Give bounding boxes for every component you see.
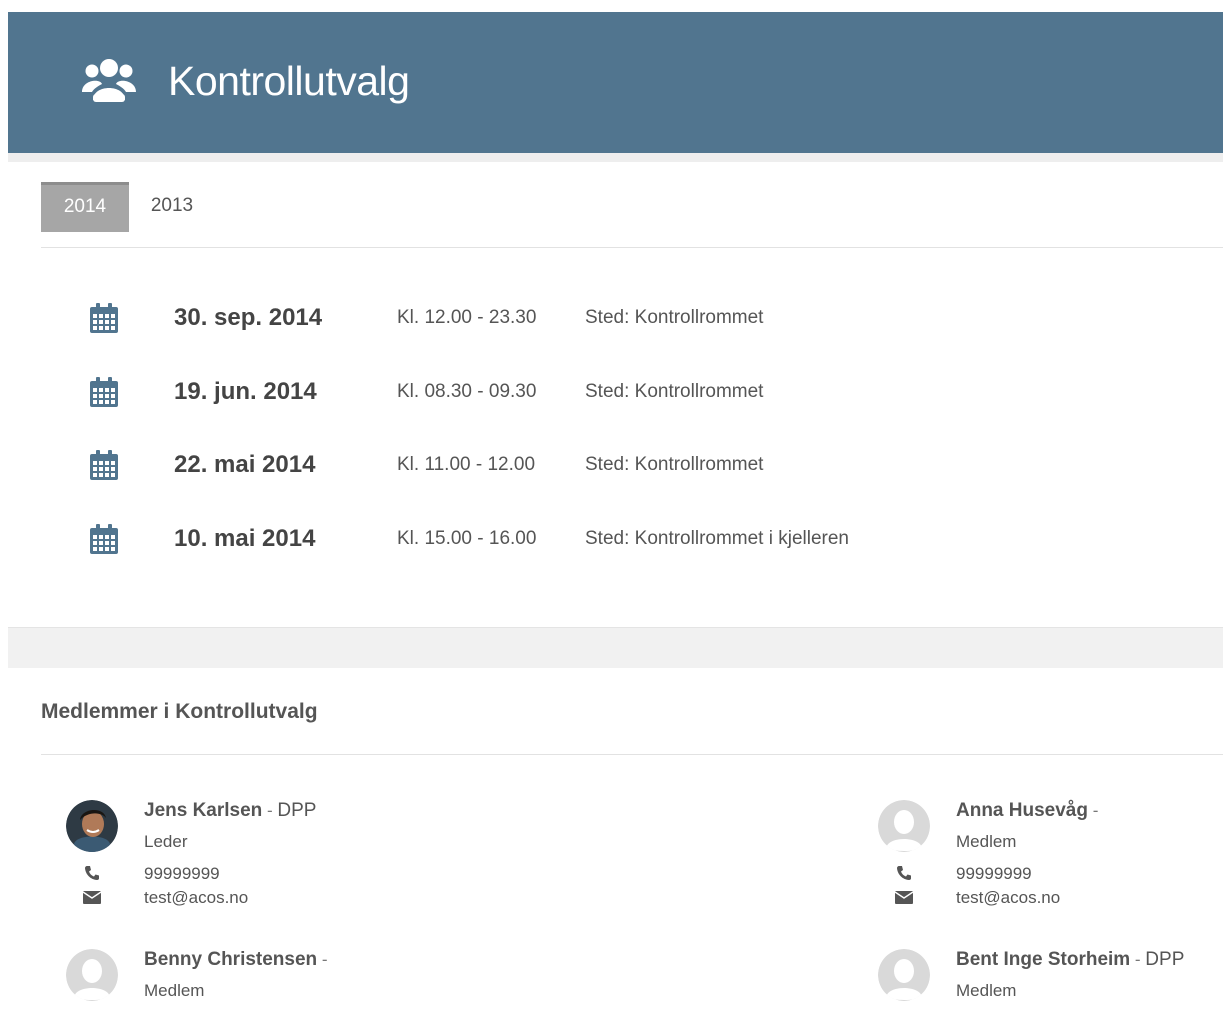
member-card: Anna Husevåg - Medlem 99999999 test@acos… (878, 800, 1223, 920)
meeting-item[interactable]: 10. mai 2014 Kl. 15.00 - 16.00 Sted: Kon… (0, 521, 1223, 561)
member-name: Jens Karlsen (144, 800, 263, 821)
meeting-place: Sted: Kontrollrommet (585, 381, 764, 402)
meeting-time: Kl. 08.30 - 09.30 (397, 381, 537, 402)
meeting-place: Sted: Kontrollrommet i kjelleren (585, 528, 849, 549)
meeting-time: Kl. 12.00 - 23.30 (397, 307, 537, 328)
avatar-photo (66, 800, 118, 852)
meeting-place: Sted: Kontrollrommet (585, 307, 764, 328)
member-name: Anna Husevåg (956, 800, 1088, 821)
calendar-icon (90, 377, 118, 407)
member-party: DPP (277, 800, 317, 821)
page-title: Kontrollutvalg (168, 58, 410, 104)
member-role: Leder (144, 832, 188, 851)
member-role: Medlem (144, 981, 205, 1000)
phone-icon (85, 866, 99, 880)
meeting-item[interactable]: 19. jun. 2014 Kl. 08.30 - 09.30 Sted: Ko… (0, 374, 1223, 414)
member-name: Bent Inge Storheim (956, 949, 1131, 970)
tab-2014[interactable]: 2014 (41, 182, 129, 232)
section-divider (8, 627, 1223, 668)
members-divider (41, 754, 1223, 755)
member-card: Benny Christensen - Medlem (66, 949, 426, 1009)
meeting-date: 22. mai 2014 (174, 451, 316, 478)
member-role: Medlem (956, 981, 1017, 1000)
page-header: Kontrollutvalg (8, 12, 1223, 153)
name-separator: - (1130, 950, 1146, 969)
member-name-line: Bent Inge Storheim - DPP (956, 949, 1184, 971)
avatar-placeholder-icon (878, 949, 930, 1001)
member-party: DPP (1145, 949, 1185, 970)
meeting-date: 30. sep. 2014 (174, 304, 323, 331)
avatar-placeholder-icon (66, 949, 118, 1001)
meeting-item[interactable]: 30. sep. 2014 Kl. 12.00 - 23.30 Sted: Ko… (0, 300, 1223, 340)
meeting-time: Kl. 15.00 - 16.00 (397, 528, 537, 549)
calendar-icon (90, 303, 118, 333)
name-separator: - (1087, 801, 1099, 820)
avatar-placeholder-icon (878, 800, 930, 852)
member-name-line: Jens Karlsen - DPP (144, 800, 316, 822)
meeting-item[interactable]: 22. mai 2014 Kl. 11.00 - 12.00 Sted: Kon… (0, 447, 1223, 487)
meeting-date: 19. jun. 2014 (174, 378, 317, 405)
member-role: Medlem (956, 832, 1017, 851)
meeting-time: Kl. 11.00 - 12.00 (397, 454, 536, 475)
envelope-icon (895, 891, 913, 904)
header-divider (8, 153, 1223, 162)
member-name: Benny Christensen (144, 949, 318, 970)
member-email[interactable]: test@acos.no (144, 888, 248, 908)
member-card: Jens Karlsen - DPP Leder 99999999 test@a… (66, 800, 426, 920)
tabs-divider (41, 247, 1223, 248)
phone-icon (897, 866, 911, 880)
tab-2013[interactable]: 2013 (129, 182, 215, 232)
member-email[interactable]: test@acos.no (956, 888, 1060, 908)
member-card: Bent Inge Storheim - DPP Medlem (878, 949, 1223, 1009)
meeting-place: Sted: Kontrollrommet (585, 454, 764, 475)
calendar-icon (90, 450, 118, 480)
member-phone[interactable]: 99999999 (956, 864, 1032, 884)
name-separator: - (317, 950, 328, 969)
users-icon (82, 59, 136, 102)
name-separator: - (262, 801, 278, 820)
member-name-line: Anna Husevåg - (956, 800, 1098, 822)
calendar-icon (90, 524, 118, 554)
meeting-date: 10. mai 2014 (174, 525, 316, 552)
member-name-line: Benny Christensen - (144, 949, 328, 971)
member-phone[interactable]: 99999999 (144, 864, 220, 884)
members-heading: Medlemmer i Kontrollutvalg (41, 700, 318, 723)
envelope-icon (83, 891, 101, 904)
